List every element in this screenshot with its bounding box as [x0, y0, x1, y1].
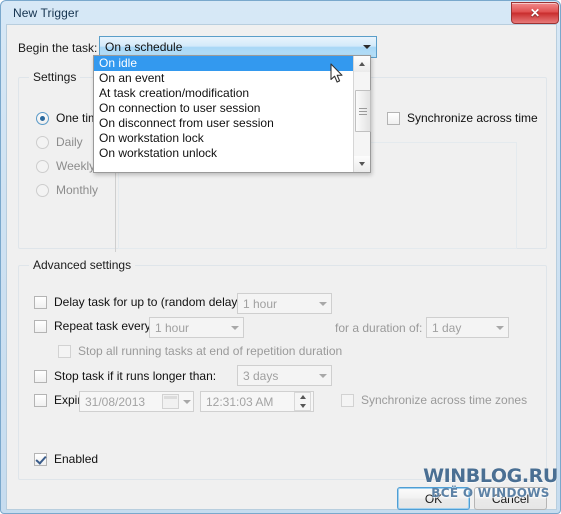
advanced-group-title: Advanced settings [29, 258, 136, 272]
delay-duration-value: 1 hour [243, 296, 278, 311]
cancel-button[interactable]: Cancel [474, 487, 547, 510]
new-trigger-dialog: New Trigger ✕ Begin the task: On a sched… [0, 0, 561, 514]
chevron-down-icon [226, 318, 243, 337]
dropdown-option[interactable]: On connection to user session [94, 101, 354, 116]
stop-running-tasks-checkbox[interactable]: Stop all running tasks at end of repetit… [58, 344, 342, 358]
radio-icon [36, 111, 49, 125]
stop-task-duration-value: 3 days [243, 368, 279, 383]
checkbox-icon [341, 393, 354, 407]
expire-date-value: 31/08/2013 [85, 394, 146, 409]
dropdown-option[interactable]: At task creation/modification [94, 86, 354, 101]
checkbox-icon [34, 452, 47, 466]
close-icon: ✕ [529, 6, 541, 20]
grip-icon [359, 106, 367, 117]
calendar-icon[interactable] [162, 394, 179, 409]
synchronize-across-time-checkbox[interactable]: Synchronize across time [387, 111, 538, 125]
cancel-button-label: Cancel [491, 491, 530, 506]
enabled-checkbox[interactable]: Enabled [34, 452, 98, 466]
checkbox-icon [34, 369, 47, 383]
dropdown-option[interactable]: On an event [94, 71, 354, 86]
begin-task-value: On a schedule [105, 40, 183, 54]
radio-label: Monthly [56, 183, 99, 197]
dropdown-option[interactable]: On workstation lock [94, 131, 354, 146]
checkbox-icon [34, 319, 47, 333]
repeat-duration-combobox[interactable]: 1 day [426, 317, 509, 338]
dropdown-option[interactable]: On idle [94, 56, 354, 71]
close-button[interactable]: ✕ [511, 2, 559, 24]
expire-time-picker[interactable]: 12:31:03 AM [200, 391, 314, 412]
radio-monthly[interactable]: Monthly [36, 183, 98, 197]
radio-label: Daily [56, 135, 83, 149]
checkbox-label: Repeat task every: [54, 319, 155, 333]
delay-task-checkbox[interactable]: Delay task for up to (random delay): [34, 295, 245, 309]
spinner-icon[interactable] [294, 392, 311, 411]
chevron-down-icon [358, 37, 376, 57]
stop-task-longer-checkbox[interactable]: Stop task if it runs longer than: [34, 369, 216, 383]
expire-time-value: 12:31:03 AM [206, 394, 274, 409]
checkbox-icon [387, 111, 400, 125]
checkbox-label: Synchronize across time zones [361, 393, 528, 407]
repeat-duration-value: 1 day [432, 320, 462, 335]
radio-icon [36, 183, 49, 197]
checkbox-icon [34, 295, 47, 309]
window-title: New Trigger [13, 6, 79, 20]
chevron-down-icon [314, 366, 331, 385]
begin-task-label: Begin the task: [18, 41, 98, 55]
repeat-interval-combobox[interactable]: 1 hour [149, 317, 244, 338]
scroll-down-icon[interactable] [354, 156, 370, 172]
radio-icon [36, 135, 49, 149]
synchronize-time-zones-checkbox[interactable]: Synchronize across time zones [341, 393, 527, 407]
checkbox-label: Synchronize across time [407, 111, 538, 125]
checkbox-label: Delay task for up to (random delay): [54, 295, 245, 309]
stop-task-duration-combobox[interactable]: 3 days [237, 365, 332, 386]
checkbox-label: Stop task if it runs longer than: [54, 369, 217, 383]
title-bar: New Trigger ✕ [1, 1, 561, 24]
radio-daily[interactable]: Daily [36, 135, 83, 149]
advanced-settings-group: Advanced settings Delay task for up to (… [18, 258, 547, 480]
dropdown-option[interactable]: On disconnect from user session [94, 116, 354, 131]
checkbox-label: Stop all running tasks at end of repetit… [78, 344, 343, 358]
scrollbar-thumb[interactable] [355, 90, 371, 132]
checkbox-label: Enabled [54, 452, 99, 466]
duration-label: for a duration of: [335, 321, 423, 335]
chevron-down-icon [491, 318, 508, 337]
repeat-task-checkbox[interactable]: Repeat task every: [34, 319, 154, 333]
expire-date-picker[interactable]: 31/08/2013 [79, 391, 194, 412]
begin-task-dropdown-list[interactable]: On idle On an event At task creation/mod… [93, 55, 371, 173]
scroll-up-icon[interactable] [354, 56, 370, 72]
radio-label: Weekly [56, 159, 96, 173]
checkbox-icon [34, 393, 47, 407]
chevron-down-icon[interactable] [181, 392, 193, 411]
radio-weekly[interactable]: Weekly [36, 159, 95, 173]
dropdown-scrollbar[interactable] [353, 56, 371, 172]
chevron-down-icon [314, 294, 331, 313]
dropdown-options: On idle On an event At task creation/mod… [94, 56, 354, 161]
dropdown-option[interactable]: On workstation unlock [94, 146, 354, 161]
ok-button[interactable]: OK [397, 487, 470, 510]
repeat-interval-value: 1 hour [155, 320, 190, 335]
settings-group-title: Settings [29, 70, 81, 84]
delay-duration-combobox[interactable]: 1 hour [237, 293, 332, 314]
checkbox-icon [58, 344, 71, 358]
ok-button-label: OK [424, 491, 443, 506]
radio-icon [36, 159, 49, 173]
